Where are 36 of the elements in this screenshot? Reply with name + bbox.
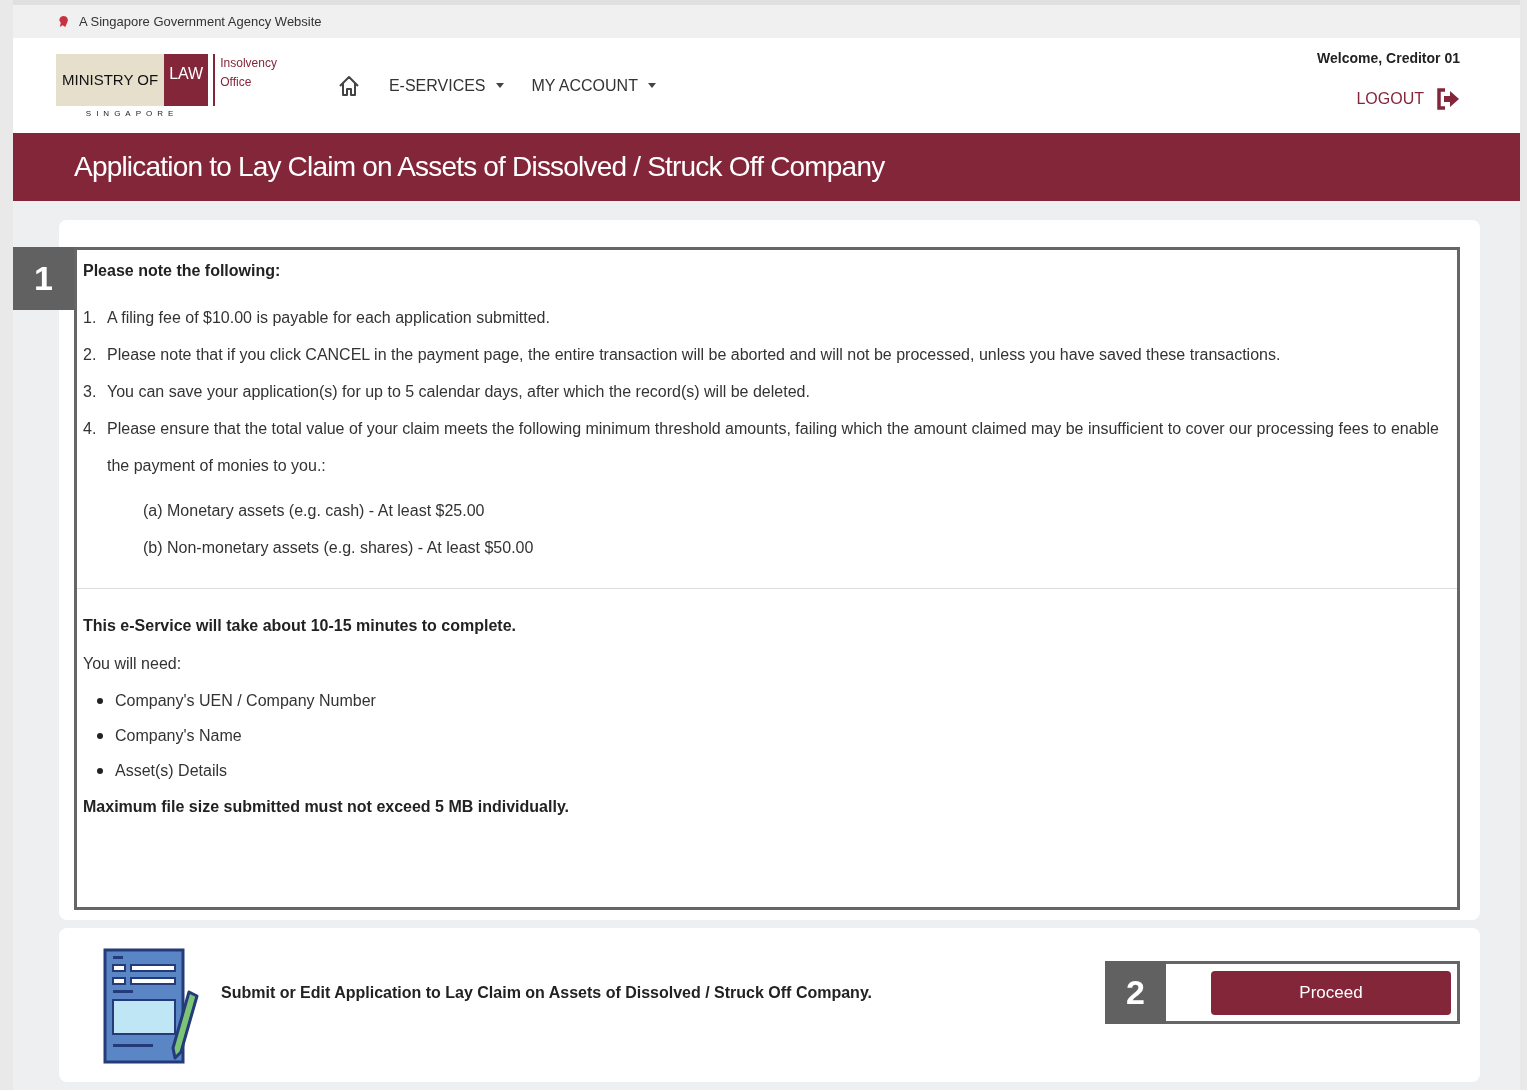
logout-link[interactable]: LOGOUT (1356, 88, 1460, 110)
needed-item: Company's Name (115, 727, 242, 745)
list-number: 3. (83, 382, 97, 402)
file-limit-text: Maximum file size submitted must not exceed 5 MB individually. (83, 798, 571, 816)
notice-text: Please ensure that the total value of your claim meets the following minimum threshold amounts, failing which the amount claimed may be insufficient to cover our processing fees to enable the payment of monies to you.: (107, 419, 1440, 476)
needed-item: Company's UEN / Company Number (115, 692, 376, 710)
logout-icon (1436, 88, 1460, 110)
list-number: 4. (83, 419, 97, 439)
proceed-button[interactable]: Proceed (1211, 970, 1451, 1015)
bullet-icon (97, 698, 103, 704)
bullet-icon (97, 733, 103, 739)
list-number: 2. (83, 345, 97, 365)
needed-item: Asset(s) Details (115, 762, 228, 780)
notice-text: A filing fee of $10.00 is payable for each application submitted. (107, 308, 550, 328)
notice-heading: Please note the following: (83, 262, 282, 280)
threshold-text: (a) Monetary assets (e.g. cash) - At least $25.00 (142, 501, 486, 521)
nav-menu[interactable]: E-SERVICES (388, 76, 504, 95)
notice-text: You can save your application(s) for up to 5 calendar days, after which the record(s) will be deleted. (107, 382, 810, 402)
caret-icon (495, 83, 504, 88)
page-title: Application to Lay Claim on Assets of Dissolved / Struck Off Company (74, 151, 885, 183)
notice-text: Please note that if you click CANCEL in the payment page, the entire transaction will be aborted and will not be processed, unless you have saved these transactions. (107, 345, 1281, 365)
needs-intro: You will need: (83, 655, 183, 673)
bullet-icon (97, 768, 103, 774)
ministry-logo: MINISTRY OF LAW SINGAPORE (56, 53, 209, 118)
step-number: 2 (1105, 961, 1166, 1024)
step-number: 1 (13, 247, 74, 310)
nav-menu[interactable]: MY ACCOUNT (531, 76, 656, 95)
duration-text: This e-Service will take about 10-15 minutes to complete. (83, 617, 518, 635)
action-description: Submit or Edit Application to Lay Claim on Assets of Dissolved / Struck Off Company. (221, 984, 873, 1002)
welcome-text: Welcome, Creditor 01 (1317, 50, 1460, 66)
list-number: 1. (83, 308, 97, 328)
caret-icon (647, 83, 656, 88)
government-agency-text: A Singapore Government Agency Website (79, 14, 322, 29)
form-pencil-icon (103, 948, 199, 1064)
office-name: Insolvency Office (213, 53, 277, 106)
threshold-text: (b) Non-monetary assets (e.g. shares) - At least $50.00 (142, 538, 535, 558)
